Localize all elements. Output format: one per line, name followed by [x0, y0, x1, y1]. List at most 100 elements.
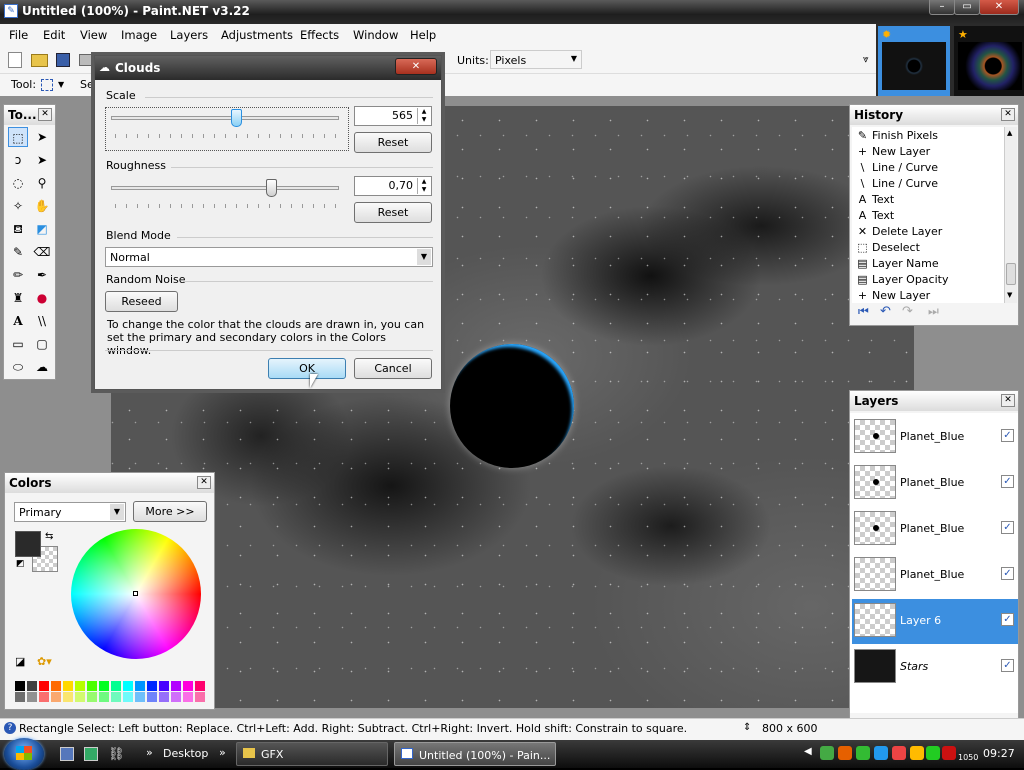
tray-app-icon[interactable] — [910, 746, 924, 760]
layer-row[interactable]: Planet_Blue ✓ — [852, 415, 1018, 460]
ok-button[interactable]: OK — [268, 358, 346, 379]
layer-row[interactable]: Stars ✓ — [852, 645, 1018, 690]
reset-colors-icon[interactable]: ◩ — [16, 559, 25, 569]
magic-wand-icon[interactable]: ✧ — [8, 196, 28, 216]
palette-swatch[interactable] — [111, 681, 121, 691]
layer-visibility-checkbox[interactable]: ✓ — [1001, 613, 1014, 626]
gradient-icon[interactable]: ◩ — [32, 219, 52, 239]
pencil-icon[interactable]: ✏ — [8, 265, 28, 285]
primary-color-swatch[interactable] — [15, 531, 41, 557]
desktop-toolbar-label[interactable]: Desktop — [163, 747, 208, 760]
print-icon[interactable] — [79, 54, 95, 66]
palette-swatch[interactable] — [39, 692, 49, 702]
close-icon[interactable]: ✕ — [197, 476, 211, 489]
menu-help[interactable]: Help — [410, 28, 436, 42]
tray-network-icon[interactable] — [874, 746, 888, 760]
palette-swatch[interactable] — [51, 681, 61, 691]
menu-adjustments[interactable]: Adjustments — [221, 28, 293, 42]
dialog-close-button[interactable]: ✕ — [395, 58, 437, 75]
cancel-button[interactable]: Cancel — [354, 358, 432, 379]
spin-arrows-icon[interactable]: ▲ ▼ — [417, 108, 430, 124]
taskbar-button-paintnet[interactable]: Untitled (100%) - Pain... — [394, 742, 556, 766]
roughness-slider-track[interactable] — [111, 186, 339, 190]
tray-firefox-icon[interactable] — [838, 746, 852, 760]
palette-swatch[interactable] — [183, 692, 193, 702]
text-icon[interactable]: A — [8, 311, 28, 331]
line-curve-icon[interactable]: \\ — [32, 311, 52, 331]
close-button[interactable]: ✕ — [979, 0, 1019, 15]
tray-chat-icon[interactable] — [820, 746, 834, 760]
palette-swatch[interactable] — [51, 692, 61, 702]
history-item[interactable]: \ Line / Curve — [856, 161, 938, 177]
open-folder-icon[interactable] — [31, 54, 48, 67]
roughness-slider-thumb[interactable] — [265, 179, 277, 197]
layer-visibility-checkbox[interactable]: ✓ — [1001, 659, 1014, 672]
maximize-button[interactable]: ▭ — [954, 0, 980, 15]
color-mode-dropdown[interactable]: Primary ▼ — [14, 502, 126, 522]
layer-visibility-checkbox[interactable]: ✓ — [1001, 567, 1014, 580]
freeform-shape-icon[interactable]: ☁ — [32, 357, 52, 377]
move-selected-icon[interactable]: ➤ — [32, 150, 52, 170]
scale-spinbox[interactable]: 565 ▲ ▼ — [354, 106, 432, 126]
scroll-up-icon[interactable]: ▲ — [1007, 129, 1012, 137]
quicklaunch-app-icon[interactable] — [60, 747, 74, 761]
palette-swatch[interactable] — [27, 692, 37, 702]
history-item[interactable]: ✎ Finish Pixels — [856, 129, 938, 145]
layer-row[interactable]: Planet_Blue ✓ — [852, 553, 1018, 598]
taskbar-button-gfx[interactable]: GFX — [236, 742, 388, 766]
palette-swatch[interactable] — [159, 692, 169, 702]
history-item[interactable]: + New Layer — [856, 289, 930, 303]
history-scrollbar[interactable]: ▲ ▼ — [1004, 127, 1017, 303]
palette-swatch[interactable] — [159, 681, 169, 691]
history-item[interactable]: \ Line / Curve — [856, 177, 938, 193]
close-icon[interactable]: ✕ — [38, 108, 52, 121]
history-item[interactable]: ✕ Delete Layer — [856, 225, 942, 241]
image-thumbnail-active[interactable]: ✹ — [878, 26, 950, 98]
tray-antivirus-icon[interactable] — [942, 746, 956, 760]
quicklaunch-link-icon[interactable]: ⛓ — [108, 747, 125, 762]
close-icon[interactable]: ✕ — [1001, 108, 1015, 121]
save-icon[interactable] — [56, 53, 70, 67]
rectangle-icon[interactable]: ▭ — [8, 334, 28, 354]
roughness-reset-button[interactable]: Reset — [354, 202, 432, 223]
menu-edit[interactable]: Edit — [43, 28, 65, 42]
rewind-icon[interactable]: ⏮ — [858, 304, 869, 319]
palette-swatch[interactable] — [87, 692, 97, 702]
desktop-chevron-icon[interactable]: » — [219, 746, 226, 759]
redo-icon[interactable]: ↷ — [902, 304, 913, 319]
ellipse-select-icon[interactable]: ◌ — [8, 173, 28, 193]
palette-swatch[interactable] — [183, 681, 193, 691]
scroll-thumb[interactable] — [1006, 263, 1016, 285]
quicklaunch-chevron-icon[interactable]: » — [146, 746, 153, 759]
minimize-button[interactable]: – — [929, 0, 955, 15]
scale-slider-track[interactable] — [111, 116, 339, 120]
palette-menu-icon[interactable]: ✿▾ — [37, 655, 52, 668]
scale-slider-thumb[interactable] — [231, 109, 243, 127]
color-wheel[interactable] — [71, 529, 201, 659]
menu-image[interactable]: Image — [121, 28, 157, 42]
color-picker-icon[interactable]: ✒ — [32, 265, 52, 285]
layer-row[interactable]: Planet_Blue ✓ — [852, 461, 1018, 506]
rounded-rectangle-icon[interactable]: ▢ — [32, 334, 52, 354]
palette-swatch[interactable] — [15, 692, 25, 702]
current-tool-icon[interactable] — [41, 79, 53, 91]
layer-visibility-checkbox[interactable]: ✓ — [1001, 521, 1014, 534]
zoom-icon[interactable]: ⚲ — [32, 173, 52, 193]
palette-swatch[interactable] — [111, 692, 121, 702]
fast-forward-icon[interactable]: ⏭ — [928, 304, 939, 319]
history-list[interactable]: ✎ Finish Pixels + New Layer \ Line / Curve \ Li… — [852, 127, 1004, 303]
chevron-down-icon[interactable]: ▼ — [58, 80, 64, 89]
palette-swatch[interactable] — [63, 692, 73, 702]
swap-colors-icon[interactable]: ⇆ — [45, 531, 53, 542]
scroll-down-icon[interactable]: ▼ — [1007, 291, 1012, 299]
start-button[interactable] — [4, 738, 44, 770]
palette-swatch[interactable] — [147, 692, 157, 702]
undo-icon[interactable]: ↶ — [880, 304, 891, 319]
history-item[interactable]: A Text — [856, 209, 895, 225]
palette-swatch[interactable] — [39, 681, 49, 691]
palette-swatch[interactable] — [87, 681, 97, 691]
ellipse-icon[interactable]: ⬭ — [8, 357, 28, 377]
palette-swatch[interactable] — [171, 681, 181, 691]
recolor-icon[interactable]: ● — [32, 288, 52, 308]
layer-row[interactable]: Layer 6 ✓ — [852, 599, 1018, 644]
